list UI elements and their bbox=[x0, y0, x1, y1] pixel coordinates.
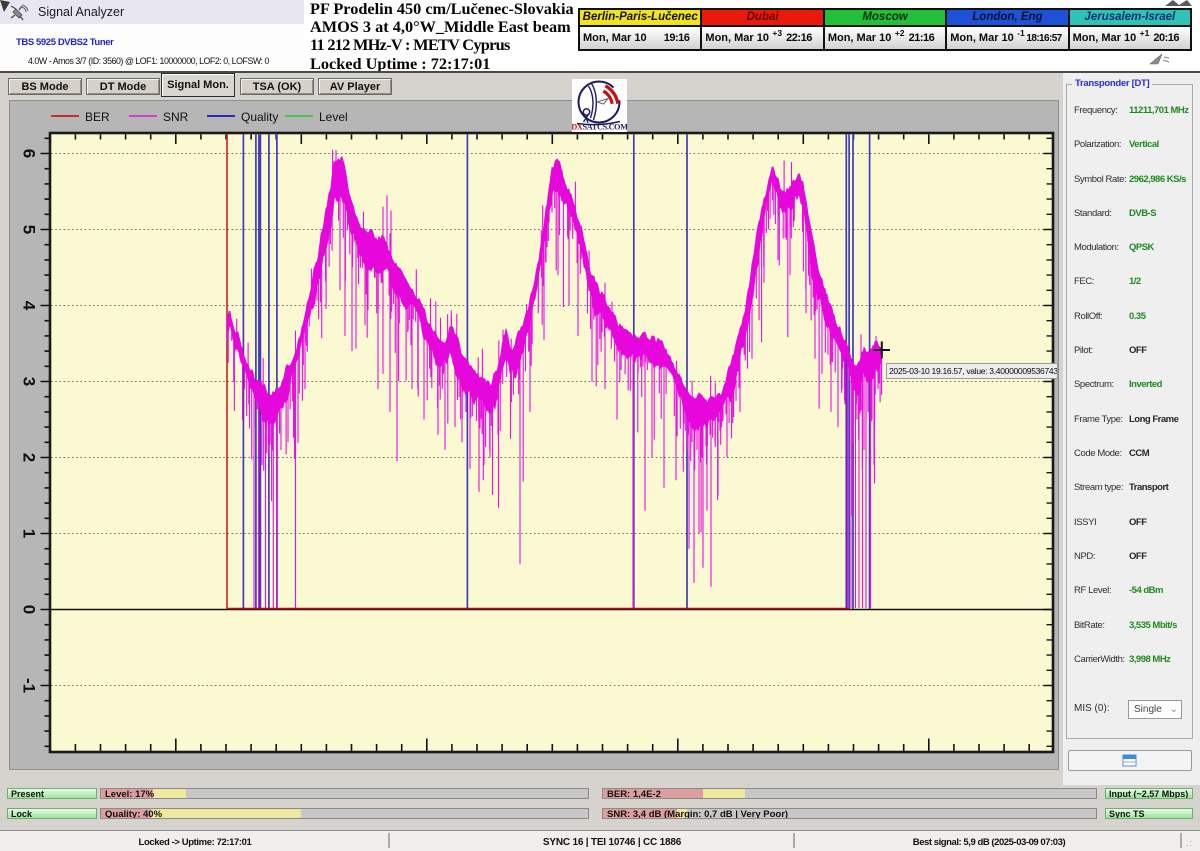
svg-text:1: 1 bbox=[20, 529, 39, 538]
svg-text:5: 5 bbox=[20, 225, 39, 234]
svg-text:DXSATCS.COM: DXSATCS.COM bbox=[572, 123, 627, 132]
svg-text:0: 0 bbox=[20, 605, 39, 614]
svg-text:3: 3 bbox=[20, 377, 39, 386]
svg-text:6: 6 bbox=[20, 149, 39, 158]
svg-text:4: 4 bbox=[20, 301, 39, 311]
svg-text:-1: -1 bbox=[20, 678, 39, 693]
svg-text:2: 2 bbox=[20, 453, 39, 462]
